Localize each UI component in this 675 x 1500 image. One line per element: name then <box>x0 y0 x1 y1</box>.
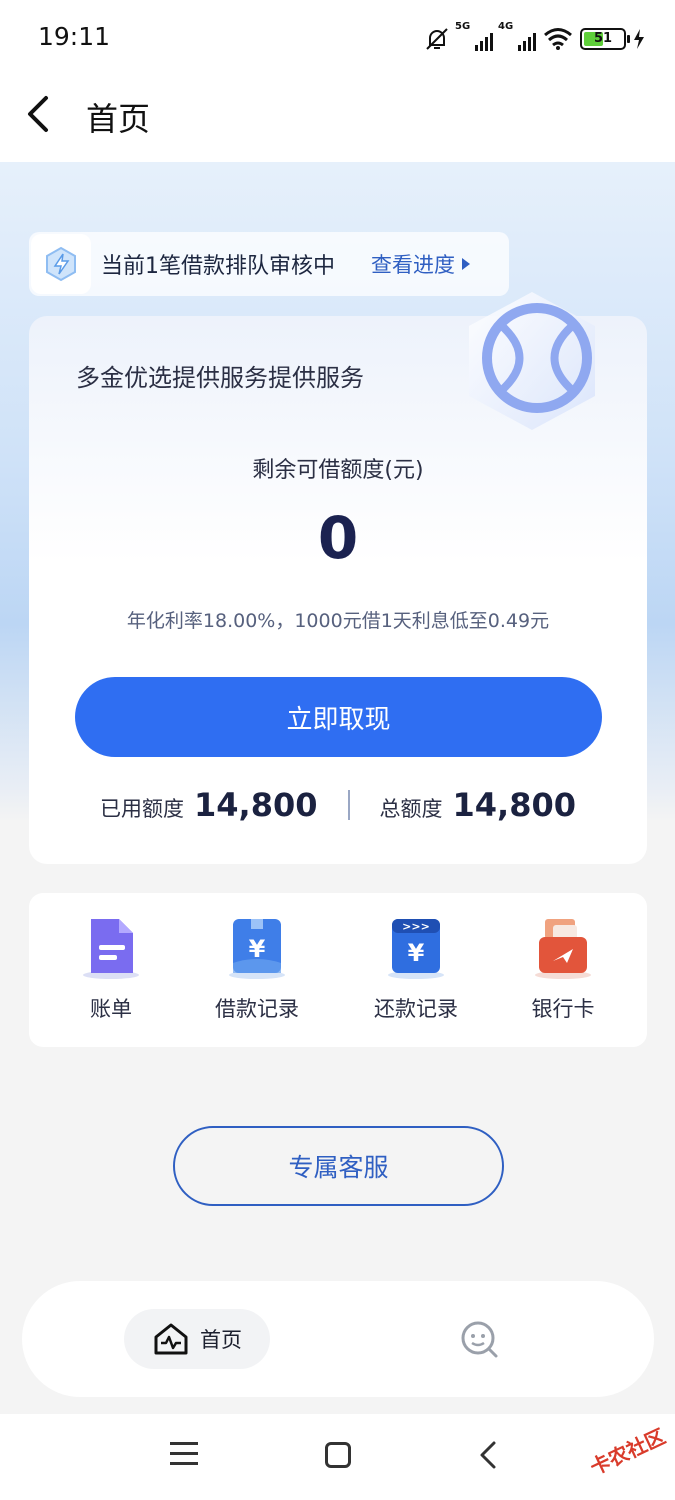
battery-icon: 51 <box>580 28 630 50</box>
recent-apps-icon[interactable] <box>170 1442 198 1466</box>
action-loan-record-label: 借款记录 <box>215 997 299 1021</box>
navigation-bar: 首页 <box>0 78 675 162</box>
customer-service-button[interactable]: 专属客服 <box>173 1126 504 1206</box>
back-arrow-icon[interactable] <box>22 94 56 134</box>
repayment-record-icon: >>> ¥ <box>388 919 444 979</box>
bank-card-icon <box>535 919 591 979</box>
svg-text:¥: ¥ <box>249 935 266 963</box>
provider-text: 多金优选提供服务提供服务 <box>76 364 364 392</box>
action-bank-card-label: 银行卡 <box>531 997 595 1021</box>
tab-bar: 首页 <box>22 1281 654 1397</box>
total-credit-label: 总额度 <box>379 797 443 821</box>
svg-text:>>>: >>> <box>402 920 430 933</box>
tab-home[interactable]: 首页 <box>124 1309 270 1369</box>
tab-service-icon[interactable] <box>459 1319 499 1359</box>
quota-divider <box>347 790 350 820</box>
action-bill[interactable]: 账单 <box>51 915 171 1023</box>
signal-4g-icon: 4G <box>498 21 536 51</box>
loan-card: 多金优选提供服务提供服务 剩余可借额度(元) 0 年化利率18.00%，1000… <box>29 292 647 864</box>
notice-text: 当前1笔借款排队审核中 <box>101 254 335 279</box>
status-icons: 5G 4G 51 <box>424 21 645 54</box>
system-navigation <box>0 1414 675 1500</box>
triangle-right-icon <box>462 258 470 270</box>
quick-actions: 账单 ¥ 借款记录 >>> ¥ 还款记录 银行卡 <box>29 893 647 1047</box>
tab-home-label: 首页 <box>200 1328 242 1352</box>
wifi-icon <box>544 28 572 50</box>
loan-record-icon: ¥ <box>229 919 285 979</box>
status-bar: 19:11 5G 4G 51 <box>0 0 675 78</box>
quota-row: 已用额度 14,800 总额度 14,800 <box>29 786 647 824</box>
available-credit-amount: 0 <box>317 504 359 572</box>
page-title: 首页 <box>86 100 151 138</box>
used-credit-label: 已用额度 <box>100 797 185 821</box>
coin-emblem-icon <box>469 292 595 430</box>
home-pulse-icon <box>154 1323 188 1355</box>
system-back-icon[interactable] <box>478 1440 498 1470</box>
used-credit-value: 14,800 <box>194 786 318 824</box>
total-credit-value: 14,800 <box>452 786 576 824</box>
action-bill-label: 账单 <box>90 997 132 1021</box>
available-credit-label: 剩余可借额度(元) <box>252 458 424 483</box>
notice-shield-icon <box>31 234 91 294</box>
action-repayment-record[interactable]: >>> ¥ 还款记录 <box>356 915 476 1023</box>
signal-5g-icon: 5G <box>455 21 493 51</box>
charging-icon <box>634 29 644 49</box>
action-repayment-record-label: 还款记录 <box>374 997 458 1021</box>
mute-bell-icon <box>426 28 448 50</box>
view-progress-link[interactable]: 查看进度 <box>371 249 471 279</box>
home-square-icon[interactable] <box>325 1442 351 1468</box>
bill-icon <box>83 919 139 979</box>
action-loan-record[interactable]: ¥ 借款记录 <box>197 915 317 1023</box>
interest-rate-text: 年化利率18.00%，1000元借1天利息低至0.49元 <box>126 610 550 632</box>
svg-text:¥: ¥ <box>408 939 425 967</box>
review-notice[interactable]: 当前1笔借款排队审核中 查看进度 <box>29 232 509 296</box>
withdraw-button[interactable]: 立即取现 <box>75 677 602 757</box>
status-time: 19:11 <box>38 22 111 51</box>
view-progress-label: 查看进度 <box>371 253 455 277</box>
action-bank-card[interactable]: 银行卡 <box>503 915 623 1023</box>
